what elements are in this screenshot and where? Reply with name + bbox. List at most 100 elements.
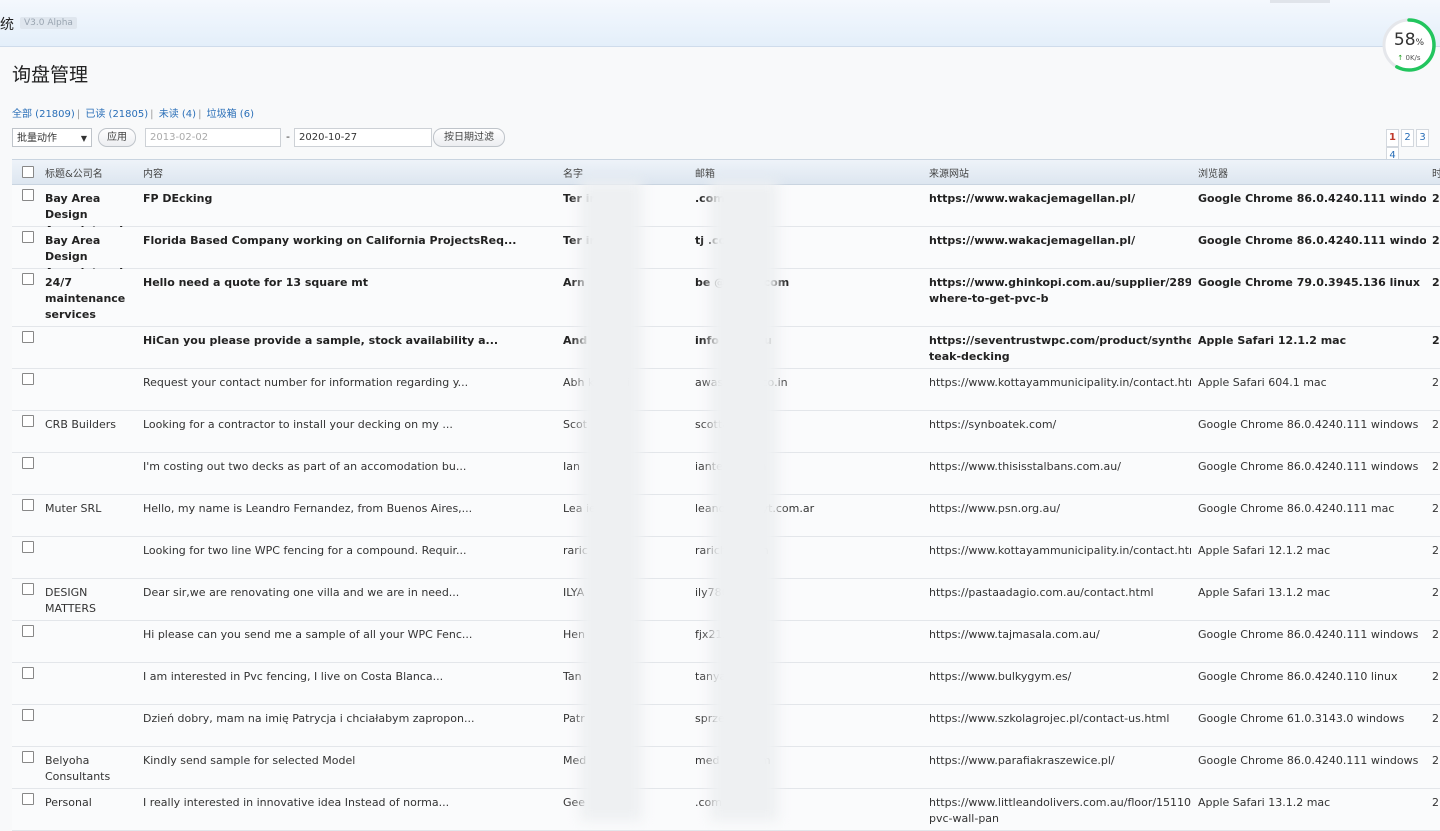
col-email[interactable]: 邮箱 bbox=[695, 165, 715, 180]
row-browser: Google Chrome 86.0.4240.111 windows bbox=[1198, 460, 1419, 473]
row-content[interactable]: I'm costing out two decks as part of an … bbox=[143, 459, 553, 475]
row-source[interactable]: https://www.littleandolivers.com.au/floo… bbox=[929, 795, 1191, 827]
row-browser: Apple Safari 12.1.2 mac bbox=[1198, 334, 1347, 347]
row-content[interactable]: Hi please can you send me a sample of al… bbox=[143, 627, 553, 643]
date-filter-button[interactable]: 按日期过滤 bbox=[433, 128, 505, 147]
row-checkbox[interactable] bbox=[22, 189, 34, 201]
row-content[interactable]: Dear sir,we are renovating one villa and… bbox=[143, 585, 553, 601]
row-content[interactable]: Florida Based Company working on Califor… bbox=[143, 233, 553, 249]
bulk-action-select[interactable]: 批量动作 ▼ bbox=[12, 128, 92, 147]
row-source[interactable]: https://www.szkolagrojec.pl/contact-us.h… bbox=[929, 711, 1191, 727]
row-content[interactable]: Kindly send sample for selected Model bbox=[143, 753, 553, 769]
gauge-rate: ↑ 0K/s bbox=[1397, 54, 1421, 62]
row-checkbox[interactable] bbox=[22, 751, 34, 763]
row-time: 2 bbox=[1432, 712, 1439, 725]
performance-gauge[interactable]: 58% ↑ 0K/s bbox=[1382, 18, 1440, 76]
row-time: 2 bbox=[1432, 586, 1439, 599]
row-checkbox[interactable] bbox=[22, 231, 34, 243]
row-browser: Apple Safari 13.1.2 mac bbox=[1198, 796, 1331, 809]
row-content[interactable]: Request your contact number for informat… bbox=[143, 375, 553, 391]
page-1[interactable]: 1 bbox=[1386, 129, 1399, 147]
row-checkbox[interactable] bbox=[22, 373, 34, 385]
row-time: 2 bbox=[1432, 376, 1439, 389]
row-browser: Google Chrome 86.0.4240.110 linux bbox=[1198, 670, 1398, 683]
row-company: DESIGN MATTERS bbox=[45, 586, 96, 615]
row-source[interactable]: https://www.thisisstalbans.com.au/ bbox=[929, 459, 1191, 475]
apply-button[interactable]: 应用 bbox=[98, 128, 136, 147]
row-time: 2 bbox=[1432, 754, 1439, 767]
row-source[interactable]: https://www.kottayammunicipality.in/cont… bbox=[929, 543, 1191, 559]
row-browser: Google Chrome 86.0.4240.111 windows bbox=[1198, 234, 1426, 247]
row-checkbox[interactable] bbox=[22, 499, 34, 511]
row-time: 2 bbox=[1432, 234, 1440, 247]
row-browser: Google Chrome 86.0.4240.111 windows bbox=[1198, 628, 1419, 641]
row-content[interactable]: FP DEcking bbox=[143, 191, 553, 207]
row-checkbox[interactable] bbox=[22, 273, 34, 285]
row-content[interactable]: I am interested in Pvc fencing, I live o… bbox=[143, 669, 553, 685]
row-time: 2 bbox=[1432, 544, 1439, 557]
row-checkbox[interactable] bbox=[22, 457, 34, 469]
row-time: 2 bbox=[1432, 670, 1439, 683]
row-company: Belyoha Consultants bbox=[45, 754, 111, 783]
row-source[interactable]: https://seventrustwpc.com/product/synthe… bbox=[929, 333, 1191, 365]
row-source[interactable]: https://pastaadagio.com.au/contact.html bbox=[929, 585, 1191, 601]
date-from-input[interactable]: 2013-02-02 bbox=[145, 128, 281, 147]
row-time: 2 bbox=[1432, 796, 1439, 809]
row-content[interactable]: Looking for a contractor to install your… bbox=[143, 417, 553, 433]
col-name[interactable]: 名字 bbox=[563, 165, 583, 180]
gauge-percent: 58% bbox=[1393, 30, 1425, 50]
row-source[interactable]: https://www.kottayammunicipality.in/cont… bbox=[929, 375, 1191, 391]
row-checkbox[interactable] bbox=[22, 625, 34, 637]
version-badge: V3.0 Alpha bbox=[20, 17, 77, 29]
row-source[interactable]: https://www.psn.org.au/ bbox=[929, 501, 1191, 517]
top-header-bar: 统 V3.0 Alpha bbox=[0, 0, 1440, 47]
col-content[interactable]: 内容 bbox=[143, 165, 163, 180]
row-time: 2 bbox=[1432, 334, 1440, 347]
col-browser[interactable]: 浏览器 bbox=[1198, 165, 1228, 180]
row-browser: Google Chrome 86.0.4240.111 windows bbox=[1198, 418, 1419, 431]
filter-all[interactable]: 全部 (21809) bbox=[12, 109, 75, 120]
col-source[interactable]: 来源网站 bbox=[929, 165, 969, 180]
row-source[interactable]: https://www.ghinkopi.com.au/supplier/289… bbox=[929, 275, 1191, 307]
filter-unread[interactable]: 未读 (4) bbox=[159, 109, 196, 120]
row-source[interactable]: https://www.bulkygym.es/ bbox=[929, 669, 1191, 685]
select-all-checkbox[interactable] bbox=[22, 166, 34, 178]
filter-trash[interactable]: 垃圾箱 (6) bbox=[207, 109, 254, 120]
row-content[interactable]: Hello need a quote for 13 square mt bbox=[143, 275, 553, 291]
row-source[interactable]: https://www.parafiakraszewice.pl/ bbox=[929, 753, 1191, 769]
app-title-fragment: 统 bbox=[0, 17, 14, 33]
row-content[interactable]: HiCan you please provide a sample, stock… bbox=[143, 333, 553, 349]
row-checkbox[interactable] bbox=[22, 541, 34, 553]
row-content[interactable]: I really interested in innovative idea I… bbox=[143, 795, 553, 811]
row-content[interactable]: Hello, my name is Leandro Fernandez, fro… bbox=[143, 501, 553, 517]
row-content[interactable]: Looking for two line WPC fencing for a c… bbox=[143, 543, 553, 559]
row-checkbox[interactable] bbox=[22, 709, 34, 721]
row-source[interactable]: https://www.wakacjemagellan.pl/ bbox=[929, 191, 1191, 207]
row-content[interactable]: Dzień dobry, mam na imię Patrycja i chci… bbox=[143, 711, 553, 727]
redaction-blur-email bbox=[710, 181, 778, 821]
row-checkbox[interactable] bbox=[22, 331, 34, 343]
row-checkbox[interactable] bbox=[22, 793, 34, 805]
col-company[interactable]: 标题&公司名 bbox=[45, 165, 103, 180]
row-source[interactable]: https://www.wakacjemagellan.pl/ bbox=[929, 233, 1191, 249]
row-checkbox[interactable] bbox=[22, 583, 34, 595]
page-3[interactable]: 3 bbox=[1416, 129, 1429, 147]
col-time[interactable]: 时 bbox=[1432, 165, 1440, 180]
filter-read[interactable]: 已读 (21805) bbox=[85, 109, 148, 120]
redaction-blur-name bbox=[580, 181, 642, 821]
row-time: 2 bbox=[1432, 276, 1440, 289]
row-checkbox[interactable] bbox=[22, 667, 34, 679]
page-2[interactable]: 2 bbox=[1401, 129, 1414, 147]
row-time: 2 bbox=[1432, 418, 1439, 431]
row-company: 24/7 maintenance services bbox=[45, 276, 126, 321]
row-company: CRB Builders bbox=[45, 418, 117, 431]
row-source[interactable]: https://synboatek.com/ bbox=[929, 417, 1191, 433]
row-browser: Google Chrome 86.0.4240.111 windows bbox=[1198, 192, 1426, 205]
status-filter-links: 全部 (21809) | 已读 (21805) | 未读 (4) | 垃圾箱 (6) bbox=[12, 109, 254, 120]
row-source[interactable]: https://www.tajmasala.com.au/ bbox=[929, 627, 1191, 643]
row-browser: Google Chrome 79.0.3945.136 linux bbox=[1198, 276, 1420, 289]
date-to-input[interactable]: 2020-10-27 bbox=[294, 128, 432, 147]
row-checkbox[interactable] bbox=[22, 415, 34, 427]
row-time: 2 bbox=[1432, 628, 1439, 641]
row-browser: Google Chrome 61.0.3143.0 windows bbox=[1198, 712, 1405, 725]
